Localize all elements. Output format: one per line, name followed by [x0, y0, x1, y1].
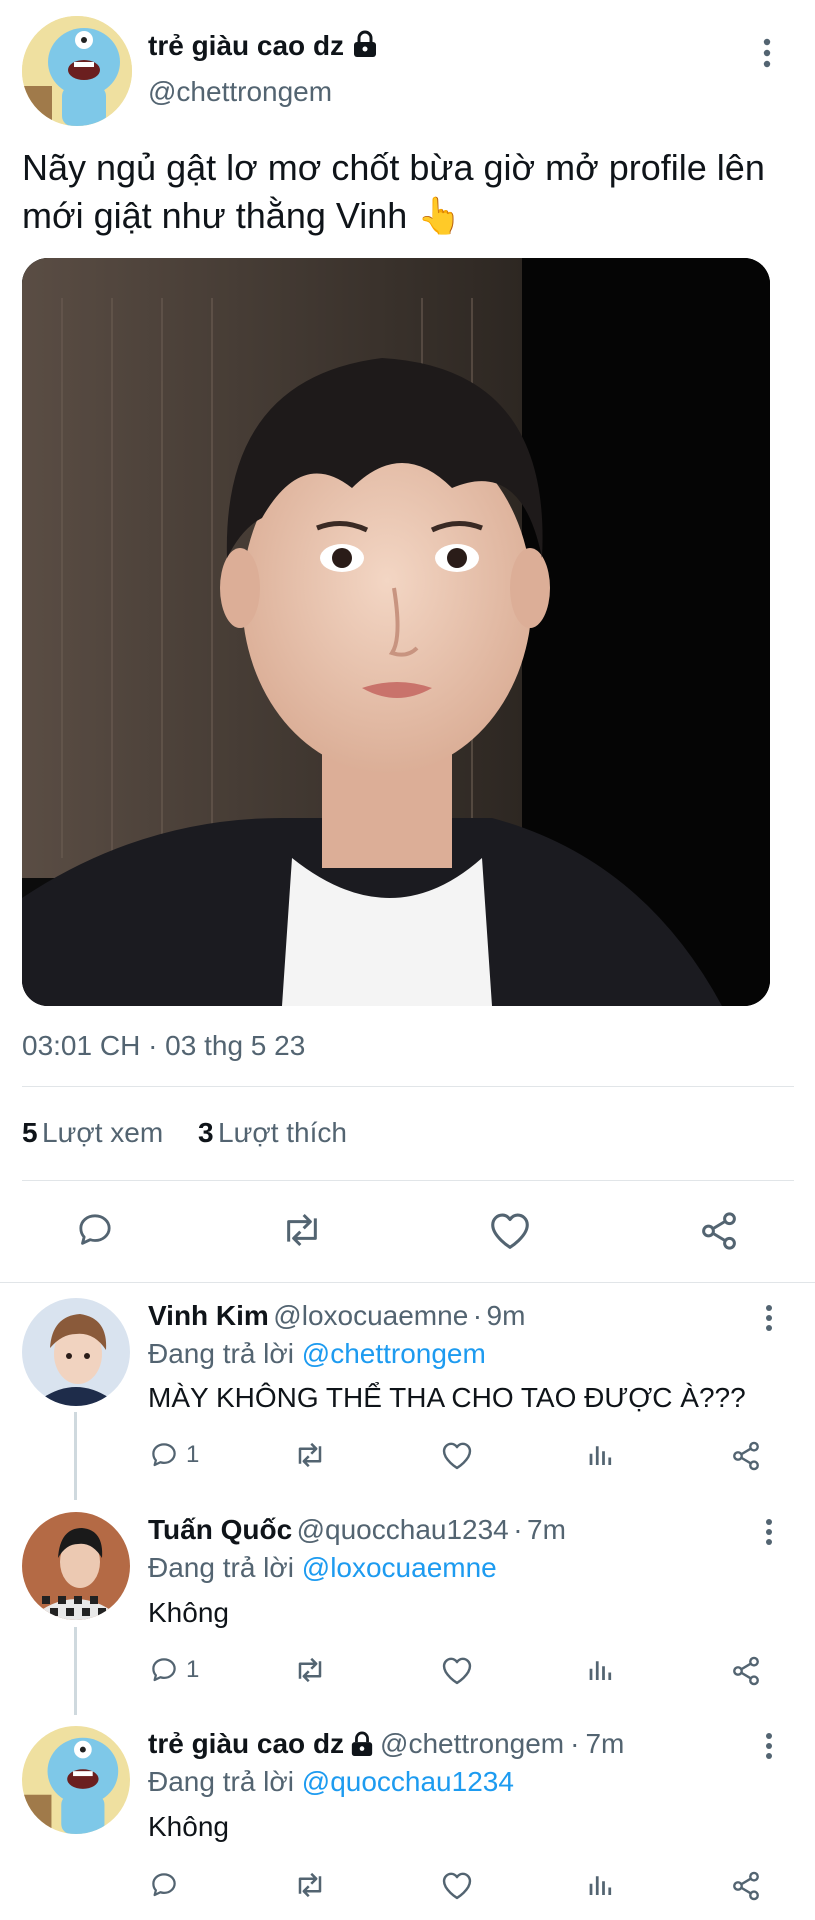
reply-author-name[interactable]: Vinh Kim	[148, 1300, 269, 1331]
reply-button[interactable]	[148, 1870, 186, 1900]
share-icon	[702, 1212, 736, 1250]
views-button[interactable]	[586, 1870, 616, 1900]
share-icon	[733, 1441, 759, 1471]
retweet-button[interactable]	[278, 1210, 326, 1250]
tweet-photo[interactable]	[22, 258, 770, 1006]
like-button[interactable]	[488, 1210, 532, 1250]
views-label: Lượt xem	[42, 1117, 164, 1148]
like-icon	[442, 1657, 472, 1685]
thread-line	[74, 1627, 77, 1715]
retweet-button[interactable]	[292, 1655, 328, 1685]
author-name[interactable]: trẻ giàu cao dz	[148, 30, 344, 62]
author-name-text: trẻ giàu cao dz	[148, 30, 345, 61]
divider	[22, 1086, 794, 1087]
reply-avatar[interactable]	[22, 1512, 130, 1620]
separator-dot: ·	[472, 1300, 483, 1331]
reply-text: MÀY KHÔNG THỂ THA CHO TAO ĐƯỢC À???	[148, 1382, 746, 1413]
like-icon	[442, 1442, 472, 1470]
replying-to-link[interactable]: @quocchau1234	[302, 1766, 514, 1797]
like-button[interactable]	[440, 1655, 474, 1685]
lock-icon	[351, 1731, 373, 1756]
retweet-icon	[287, 1213, 317, 1247]
reply-author-handle[interactable]: @quocchau1234	[297, 1514, 509, 1545]
reply-time: 7m	[527, 1514, 566, 1545]
reply-button[interactable]	[74, 1210, 116, 1250]
reply-avatar[interactable]	[22, 1298, 130, 1406]
share-icon	[733, 1871, 759, 1901]
reply-time: 7m	[585, 1728, 625, 1759]
share-button[interactable]	[730, 1655, 762, 1687]
reply-text: Không	[148, 1597, 229, 1628]
more-options-icon[interactable]	[762, 38, 772, 68]
tweet-text-line1: Nãy ngủ gật lơ mơ chốt bừa giờ mở profil…	[22, 147, 765, 188]
replying-to: Đang trả lời @loxocuaemne	[148, 1552, 497, 1584]
author-avatar[interactable]	[22, 16, 132, 126]
likes-label: Lượt thích	[218, 1117, 347, 1148]
reply-author-name[interactable]: trẻ giàu cao dz	[148, 1728, 344, 1760]
share-button[interactable]	[730, 1870, 762, 1902]
reply-time: 9m	[486, 1300, 526, 1331]
like-icon	[491, 1213, 529, 1249]
reply-header: trẻ giàu cao dz @chettrongem · 7m	[148, 1728, 624, 1760]
replying-to-prefix: Đang trả lời	[148, 1766, 294, 1797]
likes-stat[interactable]: 3 Lượt thích	[198, 1117, 347, 1149]
author-handle[interactable]: @chettrongem	[148, 76, 332, 108]
share-icon	[733, 1656, 759, 1686]
views-button[interactable]	[586, 1440, 616, 1470]
tweet-timestamp[interactable]: 03:01 CH · 03 thg 5 23	[22, 1030, 305, 1062]
replying-to: Đang trả lời @chettrongem	[148, 1338, 486, 1370]
views-button[interactable]	[586, 1655, 616, 1685]
retweet-icon	[298, 1872, 322, 1898]
analytics-icon	[589, 1876, 612, 1895]
retweet-icon	[298, 1442, 322, 1468]
views-stat[interactable]: 5 Lượt xem	[22, 1117, 163, 1149]
tweet-text: Nãy ngủ gật lơ mơ chốt bừa giờ mở profil…	[22, 144, 802, 240]
replying-to-prefix: Đang trả lời	[148, 1338, 294, 1369]
tweet-text-line2: mới giật như thằng Vinh	[22, 195, 408, 236]
reply-text: Không	[148, 1811, 229, 1842]
share-button[interactable]	[698, 1210, 740, 1252]
reply-author-handle[interactable]: @loxocuaemne	[273, 1300, 468, 1331]
reply-author-handle[interactable]: @chettrongem	[380, 1728, 564, 1760]
more-options-icon[interactable]	[764, 1304, 774, 1332]
reply-button[interactable]: 1	[148, 1440, 199, 1470]
reply-icon	[152, 1443, 176, 1467]
separator-dot: ·	[570, 1728, 580, 1759]
more-options-icon[interactable]	[764, 1732, 774, 1760]
reply-avatar[interactable]	[22, 1726, 130, 1834]
likes-count: 3	[198, 1117, 214, 1148]
like-button[interactable]	[440, 1870, 474, 1900]
analytics-icon	[589, 1661, 612, 1680]
pointing-up-emoji: 👆	[417, 195, 463, 236]
reply-count: 1	[186, 1656, 200, 1683]
replying-to-link[interactable]: @loxocuaemne	[302, 1552, 497, 1583]
analytics-icon	[589, 1446, 612, 1465]
reply-icon	[152, 1873, 176, 1897]
divider	[0, 1282, 815, 1283]
more-options-icon[interactable]	[764, 1518, 774, 1546]
retweet-button[interactable]	[292, 1870, 328, 1900]
reply-button[interactable]: 1	[148, 1655, 199, 1685]
reply-count: 1	[186, 1441, 200, 1468]
lock-icon	[352, 30, 378, 58]
divider	[22, 1180, 794, 1181]
reply-icon	[79, 1214, 111, 1245]
like-button[interactable]	[440, 1440, 474, 1470]
thread-line	[74, 1412, 77, 1500]
replying-to-link[interactable]: @chettrongem	[302, 1338, 486, 1369]
views-count: 5	[22, 1117, 38, 1148]
share-button[interactable]	[730, 1440, 762, 1472]
like-icon	[442, 1872, 472, 1900]
reply-header: Vinh Kim @loxocuaemne · 9m	[148, 1300, 525, 1332]
replying-to-prefix: Đang trả lời	[148, 1552, 294, 1583]
retweet-button[interactable]	[292, 1440, 328, 1470]
replying-to: Đang trả lời @quocchau1234	[148, 1766, 514, 1798]
retweet-icon	[298, 1657, 322, 1683]
reply-icon	[152, 1658, 176, 1682]
reply-header: Tuấn Quốc @quocchau1234 · 7m	[148, 1514, 566, 1546]
reply-author-name[interactable]: Tuấn Quốc	[148, 1514, 292, 1545]
separator-dot: ·	[513, 1514, 523, 1545]
